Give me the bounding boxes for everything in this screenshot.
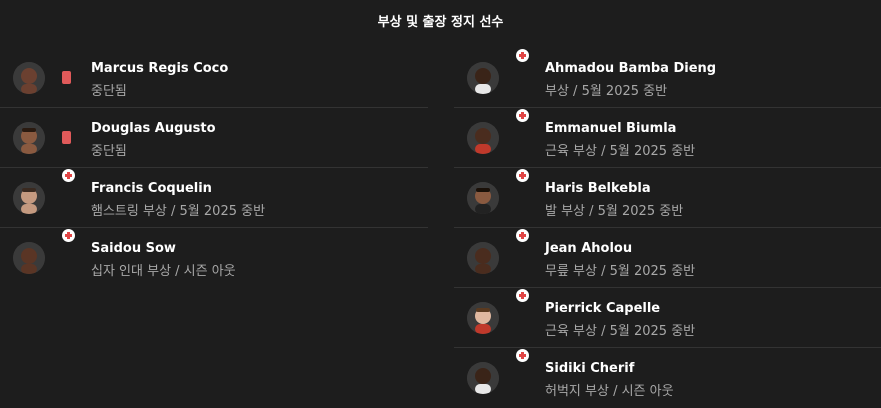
player-avatar bbox=[13, 182, 45, 214]
player-name: Ahmadou Bamba Dieng bbox=[545, 61, 717, 76]
player-name: Francis Coquelin bbox=[91, 181, 212, 196]
player-row[interactable]: Douglas Augusto 중단됨 bbox=[0, 108, 428, 168]
injury-icon bbox=[516, 169, 529, 182]
player-name: Marcus Regis Coco bbox=[91, 61, 229, 76]
player-row[interactable]: Sidiki Cherif 허벅지 부상 / 시즌 아웃 bbox=[454, 348, 881, 408]
player-avatar bbox=[467, 242, 499, 274]
absence-reason: 근육 부상 / 5월 2025 중반 bbox=[545, 144, 696, 159]
red-card-icon bbox=[62, 71, 71, 84]
player-avatar bbox=[13, 122, 45, 154]
player-avatar bbox=[13, 242, 45, 274]
player-row[interactable]: Jean Aholou 무릎 부상 / 5월 2025 중반 bbox=[454, 228, 881, 288]
player-avatar bbox=[13, 62, 45, 94]
injury-icon bbox=[516, 349, 529, 362]
injury-icon bbox=[62, 169, 75, 182]
absence-reason: 중단됨 bbox=[91, 84, 127, 99]
player-avatar bbox=[467, 122, 499, 154]
player-name: Haris Belkebla bbox=[545, 181, 651, 196]
player-row[interactable]: Haris Belkebla 발 부상 / 5월 2025 중반 bbox=[454, 168, 881, 228]
player-avatar bbox=[467, 362, 499, 394]
absence-reason: 근육 부상 / 5월 2025 중반 bbox=[545, 324, 696, 339]
absence-reason: 중단됨 bbox=[91, 144, 127, 159]
player-row[interactable]: Saidou Sow 십자 인대 부상 / 시즌 아웃 bbox=[0, 228, 428, 288]
player-name: Jean Aholou bbox=[545, 241, 633, 256]
left-player-list: Marcus Regis Coco 중단됨 Douglas Augusto 중단… bbox=[0, 48, 428, 288]
player-avatar bbox=[467, 302, 499, 334]
player-row[interactable]: Marcus Regis Coco 중단됨 bbox=[0, 48, 428, 108]
injury-icon bbox=[516, 289, 529, 302]
player-name: Douglas Augusto bbox=[91, 121, 216, 136]
injury-icon bbox=[62, 229, 75, 242]
injury-icon bbox=[516, 49, 529, 62]
player-name: Pierrick Capelle bbox=[545, 301, 661, 316]
injury-icon bbox=[516, 229, 529, 242]
player-avatar bbox=[467, 62, 499, 94]
player-name: Sidiki Cherif bbox=[545, 361, 635, 376]
absence-reason: 십자 인대 부상 / 시즌 아웃 bbox=[91, 264, 236, 279]
player-row[interactable]: Emmanuel Biumla 근육 부상 / 5월 2025 중반 bbox=[454, 108, 881, 168]
right-player-list: Ahmadou Bamba Dieng 부상 / 5월 2025 중반 Emma… bbox=[454, 48, 881, 408]
absence-reason: 허벅지 부상 / 시즌 아웃 bbox=[545, 384, 674, 399]
section-title: 부상 및 출장 정지 선수 bbox=[377, 15, 504, 30]
absence-reason: 햄스트링 부상 / 5월 2025 중반 bbox=[91, 204, 266, 219]
player-avatar bbox=[467, 182, 499, 214]
absence-reason: 부상 / 5월 2025 중반 bbox=[545, 84, 668, 99]
player-row[interactable]: Pierrick Capelle 근육 부상 / 5월 2025 중반 bbox=[454, 288, 881, 348]
red-card-icon bbox=[62, 131, 71, 144]
player-name: Emmanuel Biumla bbox=[545, 121, 677, 136]
injury-icon bbox=[516, 109, 529, 122]
absence-reason: 발 부상 / 5월 2025 중반 bbox=[545, 204, 684, 219]
player-row[interactable]: Francis Coquelin 햄스트링 부상 / 5월 2025 중반 bbox=[0, 168, 428, 228]
player-name: Saidou Sow bbox=[91, 241, 176, 256]
absence-reason: 무릎 부상 / 5월 2025 중반 bbox=[545, 264, 696, 279]
player-row[interactable]: Ahmadou Bamba Dieng 부상 / 5월 2025 중반 bbox=[454, 48, 881, 108]
